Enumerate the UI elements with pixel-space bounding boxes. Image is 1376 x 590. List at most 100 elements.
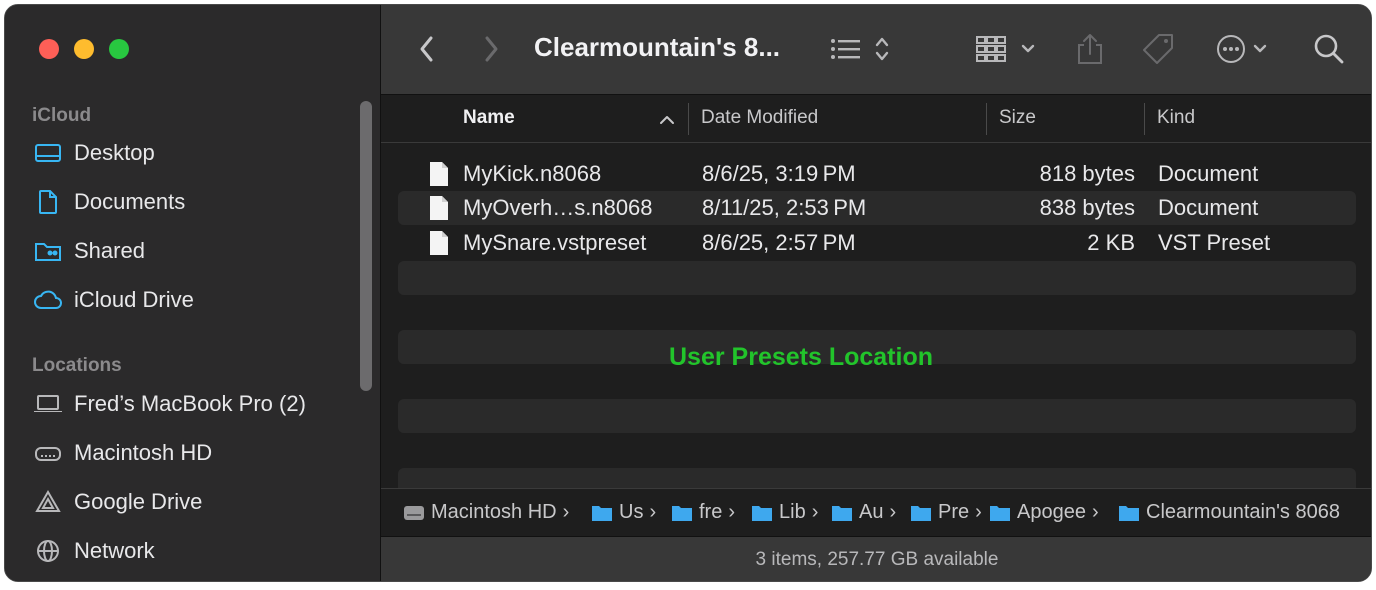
sidebar-item-label: Shared [74,238,145,263]
search-button[interactable] [1313,29,1345,69]
desktop-icon [33,140,63,166]
file-kind: Document [1158,195,1259,220]
folder-icon [990,505,1010,521]
sidebar: iCloud Desktop Documents Shared iCloud D… [5,5,381,581]
sidebar-item-label: iCloud Drive [74,287,194,312]
sidebar-section-locations: Locations [32,355,122,376]
path-item-presets[interactable]: Pre › [910,501,982,524]
chevron-right-icon: › [649,501,657,523]
file-size: 838 bytes [1039,195,1135,220]
finder-window: iCloud Desktop Documents Shared iCloud D… [4,4,1372,582]
folder-icon [752,505,772,521]
disk-icon [33,440,63,466]
path-bar: Macintosh HD › Us › fre › Lib › Au › Pre › [381,488,1371,536]
annotation-label: User Presets Location [669,343,933,371]
sidebar-item-macbook[interactable]: Fred’s MacBook Pro (2) [33,386,353,422]
chevron-right-icon: › [728,501,736,523]
chevron-right-icon: › [975,501,982,523]
column-header-bar: Name Date Modified Size Kind [381,95,1371,143]
sidebar-item-documents[interactable]: Documents [33,184,353,220]
path-item-audio[interactable]: Au › [831,501,896,524]
file-name: MyOverh…s.n8068 [463,195,653,220]
tag-button[interactable] [1141,29,1177,69]
empty-row [398,261,1356,295]
file-size: 2 KB [1087,230,1135,255]
document-icon [33,189,63,215]
empty-row [398,468,1356,488]
share-button[interactable] [1075,29,1105,69]
file-row[interactable]: MyOverh…s.n8068 8/11/25, 2:53 PM 838 byt… [398,191,1356,225]
file-size: 818 bytes [1039,161,1135,186]
sidebar-scrollbar[interactable] [360,101,372,391]
file-date: 8/6/25, 2:57 PM [702,230,856,255]
google-drive-icon [33,489,63,515]
file-name: MySnare.vstpreset [463,230,647,255]
list-view-icon [831,37,889,61]
column-header-kind[interactable]: Kind [1157,107,1195,129]
disk-icon [404,505,424,520]
sidebar-item-macintosh-hd[interactable]: Macintosh HD [33,435,353,471]
document-file-icon [430,196,448,220]
path-item-macintosh-hd[interactable]: Macintosh HD › [403,501,569,524]
path-item-current-folder[interactable]: Clearmountain's 8068 [1118,501,1340,524]
column-header-size[interactable]: Size [999,107,1036,129]
view-options-button[interactable] [829,29,895,69]
file-row[interactable]: MySnare.vstpreset 8/6/25, 2:57 PM 2 KB V… [398,226,1356,260]
chevron-right-icon: › [562,501,570,523]
sidebar-item-network[interactable]: Network [33,533,353,569]
chevron-right-icon: › [1091,501,1099,523]
document-file-icon [430,231,448,255]
close-button[interactable] [39,39,59,59]
tag-icon [1143,34,1173,64]
sidebar-item-google-drive[interactable]: Google Drive [33,484,353,520]
sidebar-item-desktop[interactable]: Desktop [33,135,353,171]
sidebar-item-label: Desktop [74,140,155,165]
sidebar-item-icloud-drive[interactable]: iCloud Drive [33,282,353,318]
window-title: Clearmountain's 8... [534,32,781,62]
sort-ascending-icon [660,116,674,124]
main-pane: Clearmountain's 8... Name Date Modified … [381,5,1371,581]
zoom-button[interactable] [109,39,129,59]
forward-button[interactable] [481,29,501,69]
group-button[interactable] [975,29,1041,69]
file-date: 8/11/25, 2:53 PM [702,195,867,220]
sidebar-item-shared[interactable]: Shared [33,233,353,269]
toolbar: Clearmountain's 8... [381,5,1371,95]
file-row[interactable]: MyKick.n8068 8/6/25, 3:19 PM 818 bytes D… [398,157,1356,191]
folder-icon [1119,505,1139,521]
globe-icon [33,538,63,564]
column-divider[interactable] [986,103,987,135]
path-item-users[interactable]: Us › [591,501,656,524]
chevron-right-icon: › [811,501,819,523]
path-item-library[interactable]: Lib › [751,501,818,524]
cloud-icon [33,287,63,313]
ellipsis-circle-icon [1217,35,1267,63]
folder-icon [592,505,612,521]
file-name: MyKick.n8068 [463,161,602,186]
folder-icon [911,505,931,521]
search-icon [1314,34,1344,64]
chevron-right-icon [485,36,498,62]
sidebar-item-label: Network [74,538,155,563]
sidebar-item-label: Google Drive [74,489,203,514]
path-item-home[interactable]: fre › [671,501,735,524]
minimize-button[interactable] [74,39,94,59]
window-controls [39,39,129,59]
file-kind: VST Preset [1158,230,1271,255]
chevron-right-icon: › [889,501,897,523]
action-button[interactable] [1215,29,1275,69]
file-date: 8/6/25, 3:19 PM [702,161,856,186]
column-divider[interactable] [688,103,689,135]
back-button[interactable] [417,29,437,69]
status-text: 3 items, 257.77 GB available [755,549,999,570]
document-file-icon [430,162,448,186]
folder-icon [832,505,852,521]
path-item-apogee[interactable]: Apogee › [989,501,1099,524]
sidebar-item-label: Documents [74,189,186,214]
shared-folder-icon [33,238,63,264]
column-header-name[interactable]: Name [463,107,515,129]
column-header-date[interactable]: Date Modified [701,107,818,129]
file-kind: Document [1158,161,1259,186]
column-divider[interactable] [1144,103,1145,135]
sidebar-section-icloud: iCloud [32,105,92,126]
